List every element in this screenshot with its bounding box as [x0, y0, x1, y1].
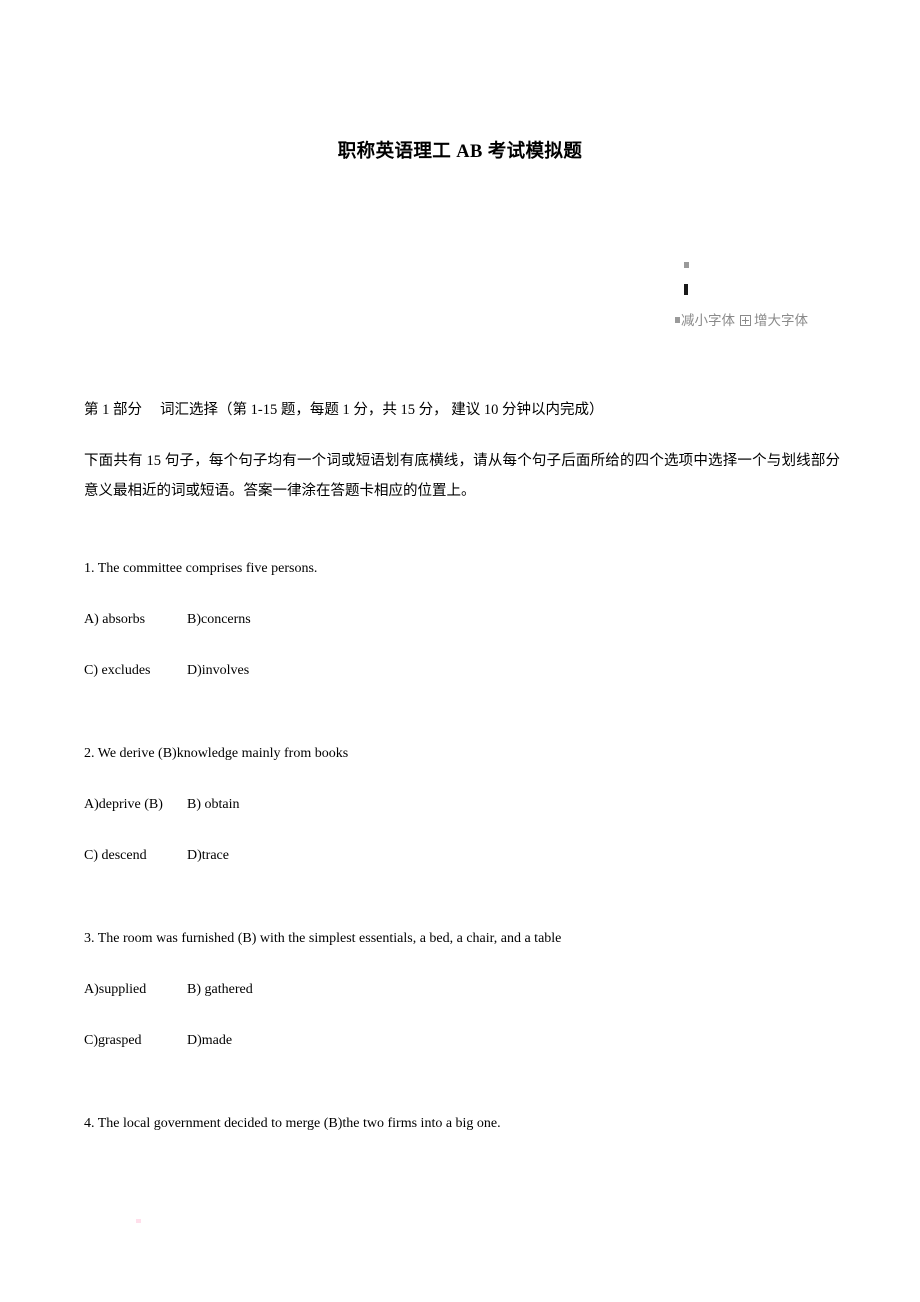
document-body: 第 1 部分 词汇选择（第 1-15 题，每题 1 分，共 15 分， 建议 10…: [84, 400, 840, 1164]
broken-image-icon: [675, 317, 680, 323]
option-d[interactable]: D)trace: [187, 845, 229, 866]
question-options-row: A) absorbs B)concerns: [84, 609, 840, 630]
question-options-row: A)deprive (B) B) obtain: [84, 794, 840, 815]
page-title: 职称英语理工 AB 考试模拟题: [337, 142, 583, 163]
option-d[interactable]: D)made: [187, 1030, 232, 1051]
section-part-label: 第 1 部分: [84, 402, 142, 418]
option-d[interactable]: D)involves: [187, 660, 249, 681]
option-b[interactable]: B) obtain: [187, 794, 240, 815]
option-c[interactable]: C) excludes: [84, 660, 187, 681]
question-options-row: C)grasped D)made: [84, 1030, 840, 1051]
question-options-row: A)supplied B) gathered: [84, 979, 840, 1000]
option-c[interactable]: C) descend: [84, 845, 187, 866]
question-stem: 1. The committee comprises five persons.: [84, 560, 318, 576]
option-a[interactable]: A)deprive (B): [84, 794, 187, 815]
broken-image-icon-middle: [684, 284, 688, 295]
option-b[interactable]: B)concerns: [187, 609, 251, 630]
question-item: 2. We derive (B)knowledge mainly from bo…: [84, 743, 840, 866]
document-page: 职称英语理工 AB 考试模拟题 减小字体 增大字体 第 1 部分 词汇选择（第 1-…: [0, 0, 920, 1302]
increase-font-button[interactable]: 增大字体: [754, 313, 808, 328]
option-a[interactable]: A)supplied: [84, 979, 187, 1000]
broken-image-placeholders: [684, 262, 698, 312]
section-title-label: 词汇选择（第 1-15 题，每题 1 分，共 15 分， 建议 10 分钟以内完…: [160, 402, 604, 418]
page-artifact: [136, 1219, 141, 1223]
question-item: 4. The local government decided to merge…: [84, 1113, 840, 1134]
broken-image-icon-top: [684, 262, 689, 268]
box-plus-icon[interactable]: [740, 315, 751, 326]
section-heading: 第 1 部分 词汇选择（第 1-15 题，每题 1 分，共 15 分， 建议 10…: [84, 400, 840, 422]
option-a[interactable]: A) absorbs: [84, 609, 187, 630]
font-size-row: 减小字体 增大字体: [675, 314, 845, 328]
question-options-row: C) descend D)trace: [84, 845, 840, 866]
option-c[interactable]: C)grasped: [84, 1030, 187, 1051]
question-stem: 3. The room was furnished (B) with the s…: [84, 930, 562, 946]
question-options-row: C) excludes D)involves: [84, 660, 840, 681]
decrease-font-button[interactable]: 减小字体: [681, 313, 735, 328]
question-stem: 4. The local government decided to merge…: [84, 1115, 501, 1131]
section-instructions: 下面共有 15 句子，每个句子均有一个词或短语划有底横线，请从每个句子后面所给的…: [84, 452, 840, 499]
question-stem: 2. We derive (B)knowledge mainly from bo…: [84, 745, 349, 761]
question-item: 1. The committee comprises five persons.…: [84, 558, 840, 681]
option-b[interactable]: B) gathered: [187, 979, 253, 1000]
question-item: 3. The room was furnished (B) with the s…: [84, 928, 840, 1051]
